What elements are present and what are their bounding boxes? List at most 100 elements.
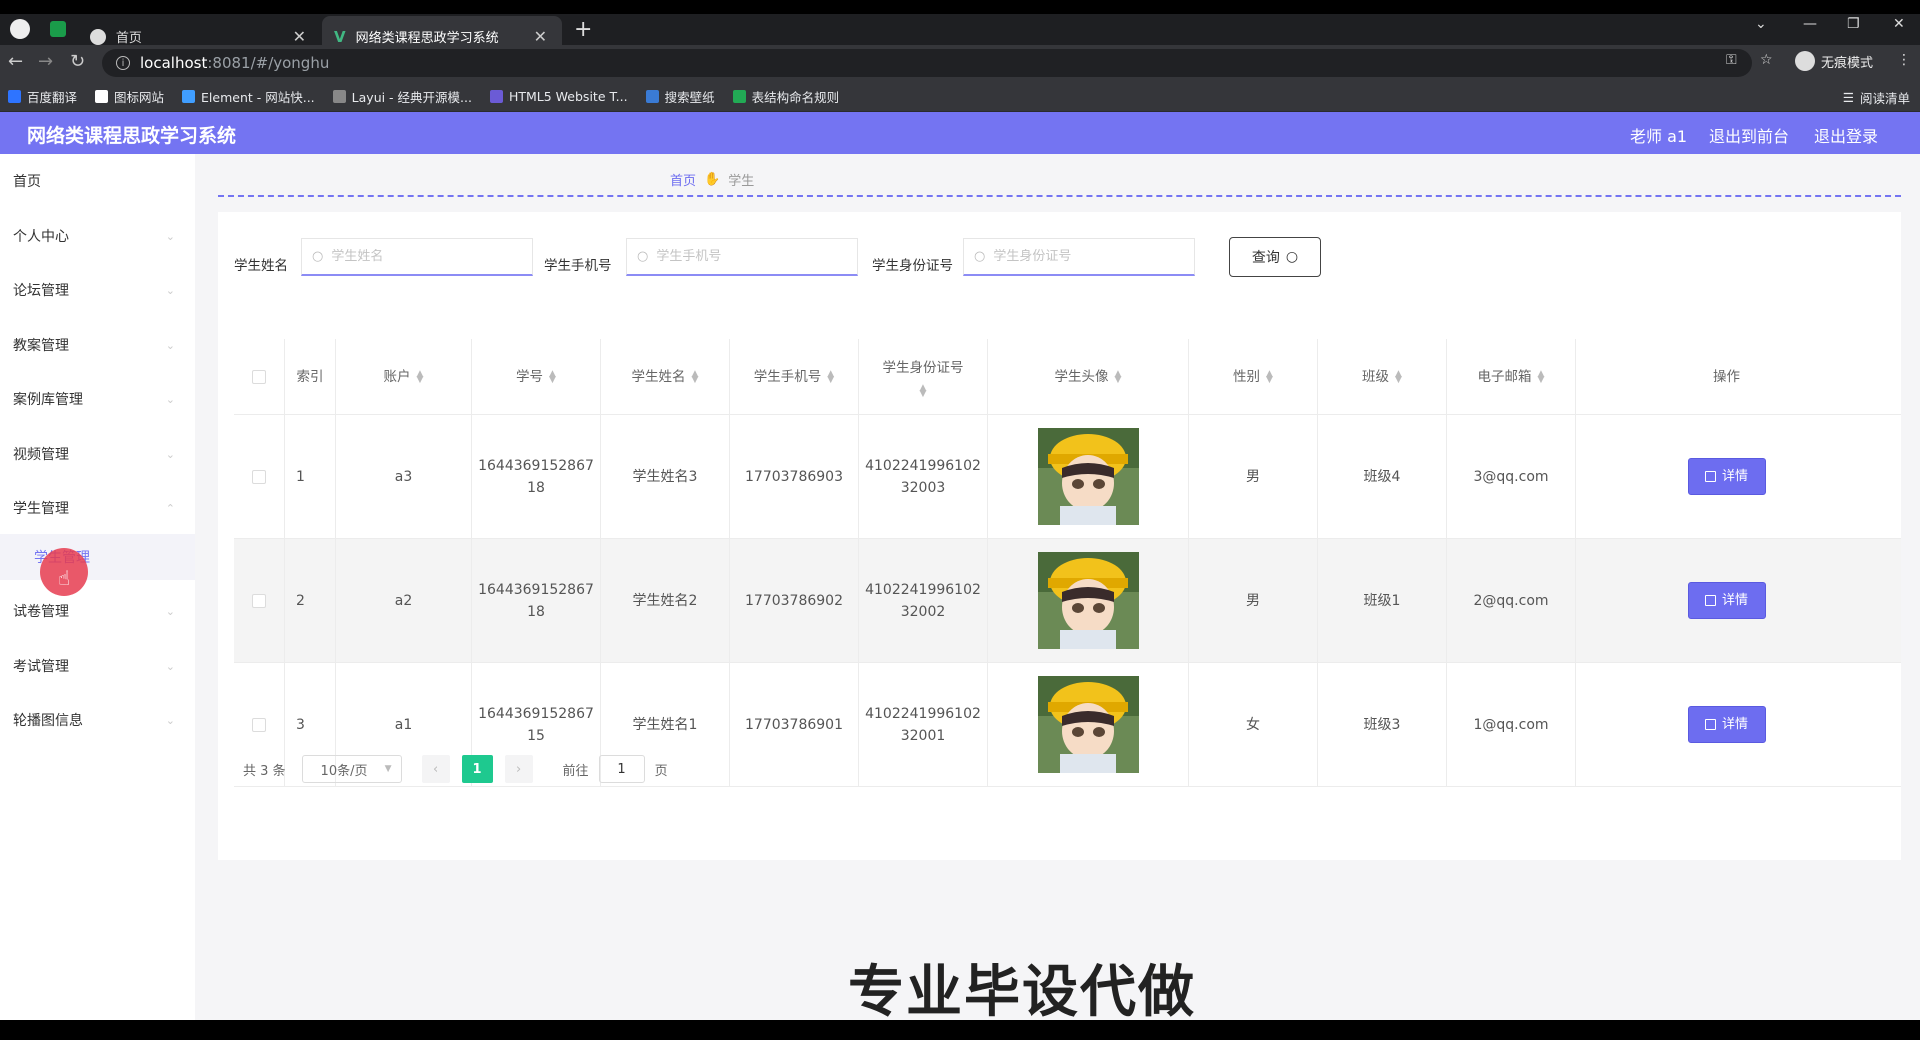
prev-page-button[interactable]: ‹ <box>421 755 450 783</box>
minimize-button[interactable]: — <box>1803 16 1817 32</box>
bookmark-label: 表结构命名规则 <box>751 90 840 105</box>
info-icon[interactable]: i <box>116 56 130 70</box>
chevron-down-icon: ▼ <box>384 764 392 774</box>
bookmark-item[interactable]: HTML5 Website T... <box>489 89 628 104</box>
sidebar-item-home[interactable]: 首页 <box>0 154 195 208</box>
bookmark-item[interactable]: 图标网站 <box>95 87 164 106</box>
next-page-button[interactable]: › <box>504 755 533 783</box>
tab-title: 首页 <box>115 31 142 46</box>
bookmark-item[interactable]: Layui - 经典开源模... <box>332 87 472 106</box>
forward-icon[interactable]: → <box>38 51 53 72</box>
sidebar-item-personal-center[interactable]: 个人中心 ⌄ <box>0 209 195 263</box>
key-icon[interactable]: ⚿ <box>1726 52 1737 68</box>
sidebar-item-lesson-plans[interactable]: 教案管理 ⌄ <box>0 318 195 372</box>
class-cell: 班级1 <box>1318 539 1447 662</box>
goto-page-input[interactable]: 1 <box>598 755 645 783</box>
sidebar-item-videos[interactable]: 视频管理 ⌄ <box>0 427 195 481</box>
breadcrumb-current: 学生 <box>728 174 755 189</box>
sort-icon[interactable]: ▲ ▼ <box>920 383 927 398</box>
column-header[interactable]: 学生姓名 ▲ ▼ <box>601 339 730 414</box>
exit-to-front-link[interactable]: 退出到前台 <box>1709 123 1789 147</box>
bookmark-item[interactable]: Element - 网站快... <box>182 87 315 106</box>
close-icon[interactable]: ✕ <box>293 27 306 46</box>
idcard-search-field[interactable]: ○ <box>963 238 1195 276</box>
page-number-active[interactable]: 1 <box>461 755 493 783</box>
sort-icon[interactable]: ▲ ▼ <box>827 369 834 384</box>
detail-button[interactable]: 详情 <box>1687 582 1766 619</box>
restore-button[interactable]: ❐ <box>1847 16 1860 32</box>
bookmark-item[interactable]: 搜索壁纸 <box>645 87 715 106</box>
sidebar-item-students[interactable]: 学生管理 ⌃ <box>0 481 195 535</box>
sidebar-item-carousel[interactable]: 轮播图信息 ⌄ <box>0 693 195 747</box>
sort-icon[interactable]: ▲ ▼ <box>549 369 556 384</box>
sidebar-item-label: 论坛管理 <box>13 283 69 299</box>
tab-search-icon[interactable]: ⌄ <box>1755 16 1767 32</box>
star-icon[interactable]: ☆ <box>1760 52 1773 68</box>
breadcrumb-home[interactable]: 首页 <box>670 170 696 189</box>
column-header-label: 学生手机号 <box>753 368 822 385</box>
index-cell: 1 <box>285 415 336 538</box>
column-header[interactable]: 学生手机号 ▲ ▼ <box>730 339 859 414</box>
sort-icon[interactable]: ▲ ▼ <box>1395 369 1402 384</box>
column-header[interactable]: 学生头像 ▲ ▼ <box>988 339 1189 414</box>
column-header-label: 班级 <box>1362 368 1390 385</box>
sort-icon[interactable]: ▲ ▼ <box>692 369 699 384</box>
page-size-select[interactable]: 10条/页 ▼ <box>301 755 402 783</box>
column-header[interactable]: 学生身份证号 ▲ ▼ <box>859 339 988 414</box>
column-header[interactable]: 账户 ▲ ▼ <box>336 339 472 414</box>
column-header[interactable]: 性别 ▲ ▼ <box>1189 339 1318 414</box>
sidebar-item-exams[interactable]: 考试管理 ⌄ <box>0 639 195 693</box>
logout-link[interactable]: 退出登录 <box>1814 123 1878 147</box>
column-header[interactable]: 班级 ▲ ▼ <box>1318 339 1447 414</box>
column-header: 操作 <box>1713 368 1740 385</box>
email-cell: 2@qq.com <box>1447 539 1576 662</box>
sidebar-subitem-student-management[interactable]: 学生管理 <box>0 534 195 580</box>
bookmark-item[interactable]: 百度翻译 <box>8 87 77 106</box>
detail-button[interactable]: 详情 <box>1687 458 1766 495</box>
phone-search-field[interactable]: ○ <box>626 238 858 276</box>
pagination-total: 共 3 条 <box>243 763 286 779</box>
row-select-cell <box>234 539 285 662</box>
watermark-text: 专业毕设代做 <box>848 960 1196 1025</box>
sort-icon[interactable]: ▲ ▼ <box>1266 369 1273 384</box>
sort-icon[interactable]: ▲ ▼ <box>1115 369 1122 384</box>
query-button[interactable]: 查询 ○ <box>1229 237 1321 277</box>
row-checkbox[interactable] <box>252 593 266 608</box>
name-search-input[interactable] <box>331 249 512 264</box>
sidebar-item-exam-papers[interactable]: 试卷管理 ⌄ <box>0 584 195 638</box>
row-checkbox[interactable] <box>252 469 266 484</box>
column-header-label: 学生身份证号 <box>882 359 964 376</box>
idcard-line1: 4102241996102 <box>865 705 981 722</box>
incognito-profile[interactable]: 无痕模式 <box>1795 51 1873 71</box>
detail-button[interactable]: 详情 <box>1687 706 1766 743</box>
close-icon[interactable]: ✕ <box>534 27 547 46</box>
idcard-search-input[interactable] <box>993 249 1174 264</box>
address-bar[interactable]: i localhost:8081/#/yonghu <box>102 49 1752 77</box>
bookmark-item[interactable]: 表结构命名规则 <box>732 87 840 106</box>
window-close-button[interactable]: ✕ <box>1893 16 1905 32</box>
browser-menu-icon[interactable] <box>10 19 30 39</box>
sidebar-item-forum[interactable]: 论坛管理 ⌄ <box>0 263 195 317</box>
pagination: 共 3 条 10条/页 ▼ ‹ 1 › 前往 1 页 <box>243 755 668 783</box>
sort-icon[interactable]: ▲ ▼ <box>417 369 424 384</box>
sort-icon[interactable]: ▲ ▼ <box>1538 369 1545 384</box>
column-header[interactable]: 电子邮箱 ▲ ▼ <box>1447 339 1576 414</box>
action-cell: 详情 <box>1576 415 1877 538</box>
select-all-checkbox[interactable] <box>252 369 266 384</box>
idcard-line1: 4102241996102 <box>865 581 981 598</box>
name-search-field[interactable]: ○ <box>301 238 533 276</box>
column-header[interactable]: 学号 ▲ ▼ <box>472 339 601 414</box>
back-icon[interactable]: ← <box>8 51 23 72</box>
class-cell: 班级3 <box>1318 663 1447 786</box>
phone-search-input[interactable] <box>656 249 837 264</box>
row-checkbox[interactable] <box>252 717 266 732</box>
new-tab-button[interactable]: + <box>574 17 592 42</box>
reading-list[interactable]: ☰ 阅读清单 <box>1843 88 1910 107</box>
sidebar-item-case-library[interactable]: 案例库管理 ⌄ <box>0 372 195 426</box>
more-menu-icon[interactable]: ⋮ <box>1897 52 1911 68</box>
pinned-tab-icon[interactable] <box>50 21 66 37</box>
idcard-cell: 4102241996102 32003 <box>859 415 988 538</box>
email-cell: 3@qq.com <box>1447 415 1576 538</box>
column-header-label: 账户 <box>383 368 411 385</box>
reload-icon[interactable]: ↻ <box>70 51 85 72</box>
